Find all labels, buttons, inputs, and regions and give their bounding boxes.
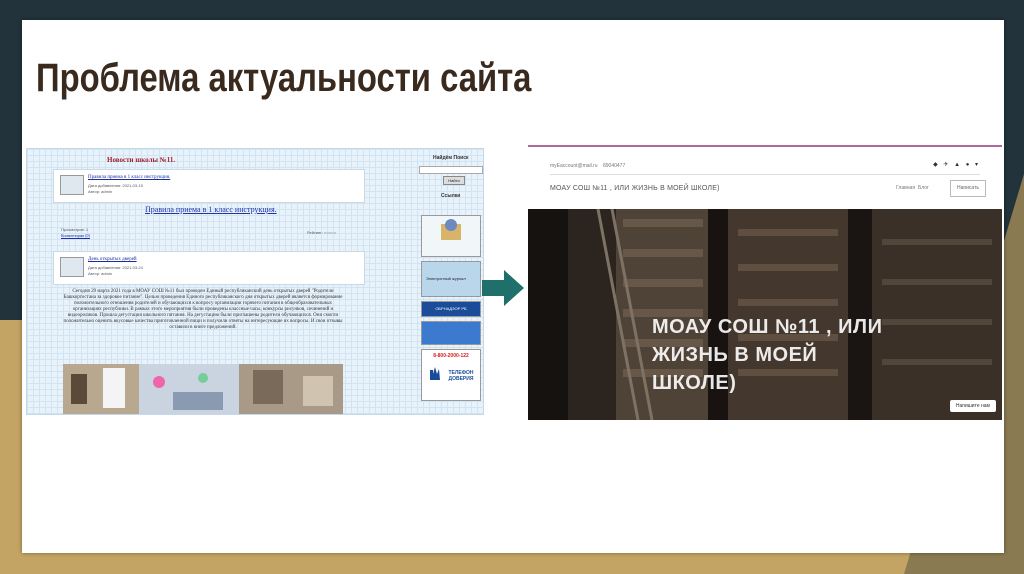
old-site-header: Новости школы №11. xyxy=(107,156,176,164)
sidebar-banner-helpline[interactable]: 8-800-2000-122 ТЕЛЕФОН ДОВЕРИЯ xyxy=(421,349,481,401)
school-logo-icon xyxy=(441,219,461,240)
news-link[interactable]: Правила приема в 1 класс инструкция. xyxy=(88,175,170,180)
sidebar-search-title: Найдём Поиск xyxy=(433,155,469,161)
news-date: Дата добавления: 2021-03-24 xyxy=(88,265,143,270)
news-author: Автор: admin xyxy=(88,271,113,276)
hand-icon xyxy=(430,367,440,380)
new-site-header: myEaccount@mail.ru 89040477 ◆ ✈ ▲ ● ▾ МО… xyxy=(528,147,1002,207)
old-site-main: Новости школы №11. Правила приема в 1 кл… xyxy=(27,149,397,414)
slide: Проблема актуальности сайта Новости школ… xyxy=(22,20,1004,553)
hero-section: МОАУ СОШ №11 , ИЛИ ЖИЗНЬ В МОЕЙ ШКОЛЕ) Н… xyxy=(528,209,1002,420)
new-site-brand[interactable]: МОАУ СОШ №11 , ИЛИ ЖИЗНЬ В МОЕЙ ШКОЛЕ) xyxy=(550,185,720,192)
news-thumbnail xyxy=(60,257,84,277)
helpline-label: ТЕЛЕФОН ДОВЕРИЯ xyxy=(448,370,474,382)
helpline-number: 8-800-2000-122 xyxy=(433,353,469,359)
nav-write-button[interactable]: Написать xyxy=(950,180,986,197)
news-body-link[interactable]: Правила приема в 1 класс инструкция. xyxy=(145,205,277,214)
header-divider xyxy=(550,174,980,175)
hero-title: МОАУ СОШ №11 , ИЛИ ЖИЗНЬ В МОЕЙ ШКОЛЕ) xyxy=(652,313,882,397)
news-date: Дата добавления: 2021-03-15 xyxy=(88,183,143,188)
sidebar-links-title: Ссылки xyxy=(441,193,461,199)
chat-button[interactable]: Напишите нам xyxy=(949,400,996,412)
right-arrow-icon xyxy=(482,270,524,306)
news-card: День открытых дверей Дата добавления: 20… xyxy=(53,251,365,285)
news-views: Просмотров: 1 xyxy=(61,227,89,232)
hero-title-line: ШКОЛЕ) xyxy=(652,372,737,394)
new-site-phone[interactable]: 89040477 xyxy=(603,163,625,169)
sidebar-banner-blue[interactable] xyxy=(421,321,481,345)
news-link[interactable]: День открытых дверей xyxy=(88,257,137,262)
hero-title-line: МОАУ СОШ №11 , ИЛИ xyxy=(652,316,883,338)
slide-title: Проблема актуальности сайта xyxy=(36,56,532,100)
sidebar-search-button[interactable]: Найти xyxy=(443,176,465,185)
news-comments[interactable]: Комментарии (0) xyxy=(61,233,90,238)
news-paragraph: Сегодня 29 марта 2021 года в МОАУ СОШ №1… xyxy=(63,289,343,330)
social-icons[interactable]: ◆ ✈ ▲ ● ▾ xyxy=(933,161,980,168)
news-rating: Рейтинг: ○○○○○ xyxy=(307,230,336,235)
nav-home[interactable]: Главная xyxy=(896,185,915,191)
new-site-email[interactable]: myEaccount@mail.ru xyxy=(550,163,598,169)
old-site-sidebar: Найдём Поиск Найти Ссылки Электронный жу… xyxy=(399,149,483,414)
new-site-screenshot: myEaccount@mail.ru 89040477 ◆ ✈ ▲ ● ▾ МО… xyxy=(528,145,1002,420)
sidebar-banner-journal[interactable]: Электронный журнал xyxy=(421,261,481,297)
nav-blog[interactable]: Блог xyxy=(918,185,929,191)
news-author: Автор: admin xyxy=(88,189,113,194)
old-site-screenshot: Новости школы №11. Правила приема в 1 кл… xyxy=(26,148,484,415)
sidebar-banner-obrnadzor[interactable]: ОБРНАДЗОР РБ xyxy=(421,301,481,317)
news-thumbnail xyxy=(60,175,84,195)
hero-title-line: ЖИЗНЬ В МОЕЙ xyxy=(652,344,818,366)
banner-journal-label: Электронный журнал xyxy=(426,276,466,281)
news-card: Правила приема в 1 класс инструкция. Дат… xyxy=(53,169,365,203)
news-photo-strip xyxy=(63,364,343,414)
sidebar-search-input[interactable] xyxy=(419,166,483,174)
sidebar-banner-logo[interactable] xyxy=(421,215,481,257)
